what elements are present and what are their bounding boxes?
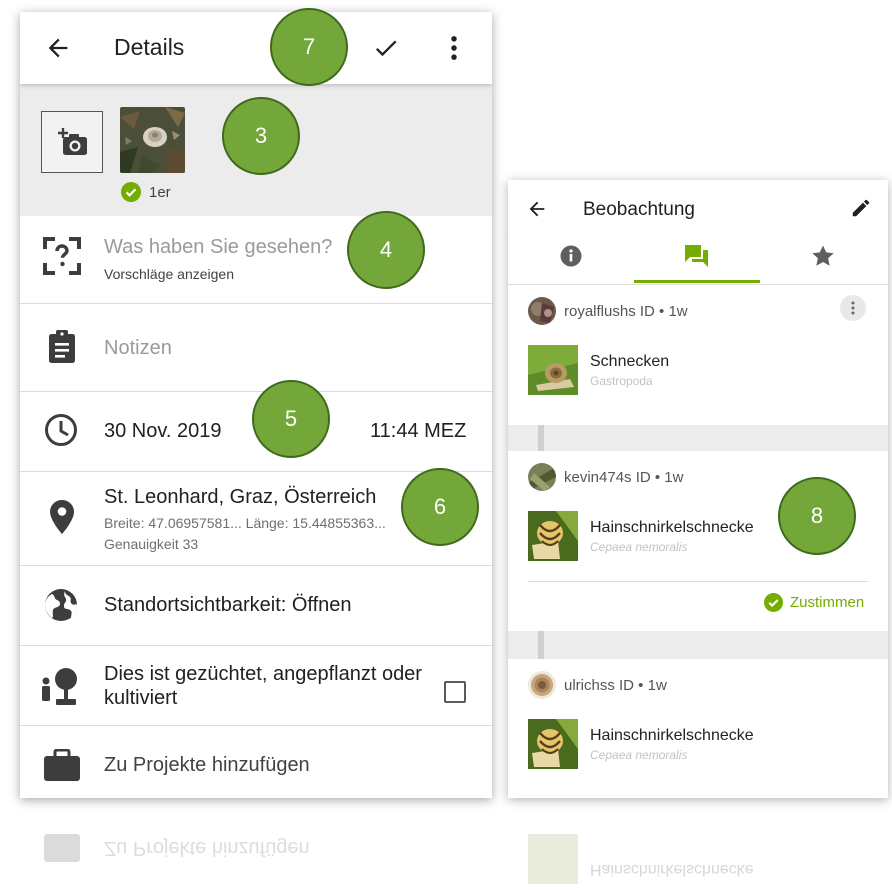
snail-photo <box>120 107 185 173</box>
taxon-item[interactable]: Hainschnirkelschnecke Cepaea nemoralis <box>528 511 754 561</box>
notes-field[interactable]: Notizen <box>20 304 492 392</box>
taxon-scientific-name: Cepaea nemoralis <box>590 539 688 554</box>
active-tab-indicator <box>634 280 760 283</box>
photo-id-count: 1er <box>149 183 171 201</box>
taxon-photo-reflection <box>528 834 578 884</box>
location-accuracy: Genauigkeit 33 <box>104 536 199 552</box>
taxon-common-name: Schnecken <box>590 352 670 370</box>
snail-green-photo <box>528 345 578 395</box>
taxon-photo <box>528 719 578 769</box>
arrow-left-icon[interactable] <box>526 198 548 220</box>
pencil-icon[interactable] <box>850 197 872 219</box>
captive-label: Dies ist gezüchtet, angepflanzt oder kul… <box>104 663 422 709</box>
callout-4: 4 <box>347 211 425 289</box>
avatar[interactable] <box>528 463 556 491</box>
callout-7: 7 <box>270 8 348 86</box>
observation-time[interactable]: 11:44 MEZ <box>370 420 466 443</box>
captive-row[interactable]: Dies ist gezüchtet, angepflanzt oder kul… <box>20 646 492 726</box>
more-vertical-icon <box>851 301 855 315</box>
taxon-scientific-name: Cepaea nemoralis <box>590 747 688 762</box>
tab-activity[interactable] <box>634 238 760 282</box>
check-icon[interactable] <box>372 34 400 62</box>
location-coordinates: Breite: 47.06957581... Länge: 15.4485536… <box>104 515 386 531</box>
add-photo-icon <box>58 128 87 155</box>
check-circle-icon <box>764 593 783 612</box>
taxon-name-reflection: Hainschnirkelschnecke <box>590 861 754 878</box>
taxon-photo <box>528 345 578 395</box>
identification-card: royalflushs ID • 1w Schnecken Gastropoda <box>508 285 888 425</box>
avatar[interactable] <box>528 297 556 325</box>
add-to-projects[interactable]: Zu Projekte hinzufügen <box>104 754 310 777</box>
suggestions-link[interactable]: Vorschläge anzeigen <box>104 266 234 282</box>
page-title: Details <box>114 34 185 60</box>
details-toolbar: Details <box>20 12 492 84</box>
observation-toolbar: Beobachtung <box>508 180 888 238</box>
identifier-info: kevin474s ID • 1w <box>528 463 683 491</box>
chat-icon <box>685 245 708 267</box>
info-icon <box>560 245 582 267</box>
identifier-name[interactable]: ulrichss ID • 1w <box>564 677 667 694</box>
briefcase-reflection-icon <box>44 834 80 862</box>
clipboard-icon <box>49 330 75 363</box>
avatar[interactable] <box>528 671 556 699</box>
agree-button[interactable]: Zustimmen <box>764 593 864 612</box>
location-name: St. Leonhard, Graz, Österreich <box>104 486 377 508</box>
callout-3: 3 <box>222 97 300 175</box>
captive-checkbox[interactable] <box>444 681 466 703</box>
check-circle-icon <box>121 182 141 202</box>
identification-card: ulrichss ID • 1w Hainschnirkelschnecke C… <box>508 659 888 798</box>
clock-icon <box>45 414 77 446</box>
projects-reflection: Zu Projekte hinzufügen <box>104 837 310 859</box>
taxon-common-name: Hainschnirkelschnecke <box>590 726 754 744</box>
taxon-item[interactable]: Hainschnirkelschnecke Cepaea nemoralis <box>528 719 754 769</box>
captive-plant-icon <box>42 668 77 705</box>
identifier-name[interactable]: royalflushs ID • 1w <box>564 303 688 320</box>
identifier-name[interactable]: kevin474s ID • 1w <box>564 469 683 486</box>
notes-input[interactable]: Notizen <box>104 337 172 360</box>
more-vertical-icon[interactable] <box>440 32 468 64</box>
timeline-connector <box>538 425 544 451</box>
timeline-connector <box>538 631 544 659</box>
snail-yellow-photo <box>528 511 578 561</box>
agree-label: Zustimmen <box>790 594 865 611</box>
right-panel-reflection: Hainschnirkelschnecke <box>508 810 888 893</box>
taxon-scientific-name: Gastropoda <box>590 373 653 388</box>
geoprivacy-value[interactable]: Standortsichtbarkeit: Öffnen <box>104 594 352 617</box>
arrow-left-icon[interactable] <box>44 34 72 62</box>
briefcase-icon <box>44 749 80 781</box>
globe-icon <box>45 589 77 621</box>
identifier-info: royalflushs ID • 1w <box>528 297 688 325</box>
callout-8: 8 <box>778 477 856 555</box>
identifier-info: ulrichss ID • 1w <box>528 671 667 699</box>
species-input[interactable]: Was haben Sie gesehen? <box>104 236 332 259</box>
star-icon <box>812 245 834 266</box>
observation-date[interactable]: 30 Nov. 2019 <box>104 420 222 443</box>
taxon-item[interactable]: Schnecken Gastropoda <box>528 345 669 395</box>
species-guess-icon <box>43 237 81 275</box>
add-photo-button[interactable] <box>41 111 103 173</box>
callout-5: 5 <box>252 380 330 458</box>
taxon-common-name: Hainschnirkelschnecke <box>590 518 754 536</box>
location-pin-icon <box>50 500 74 534</box>
tab-favorites[interactable] <box>760 238 886 282</box>
tab-info[interactable] <box>508 238 634 282</box>
observation-tabs <box>508 238 888 285</box>
callout-6: 6 <box>401 468 479 546</box>
identification-menu-button[interactable] <box>840 295 866 321</box>
taxon-photo <box>528 511 578 561</box>
projects-row[interactable]: Zu Projekte hinzufügen <box>20 726 492 798</box>
card-divider <box>528 581 868 582</box>
photo-id-badge: 1er <box>121 182 171 202</box>
left-panel-reflection: Zu Projekte hinzufügen <box>20 810 492 893</box>
observation-title: Beobachtung <box>583 199 695 220</box>
snail-yellow-photo <box>528 719 578 769</box>
observation-photo[interactable] <box>120 107 185 173</box>
geoprivacy-row[interactable]: Standortsichtbarkeit: Öffnen <box>20 566 492 646</box>
